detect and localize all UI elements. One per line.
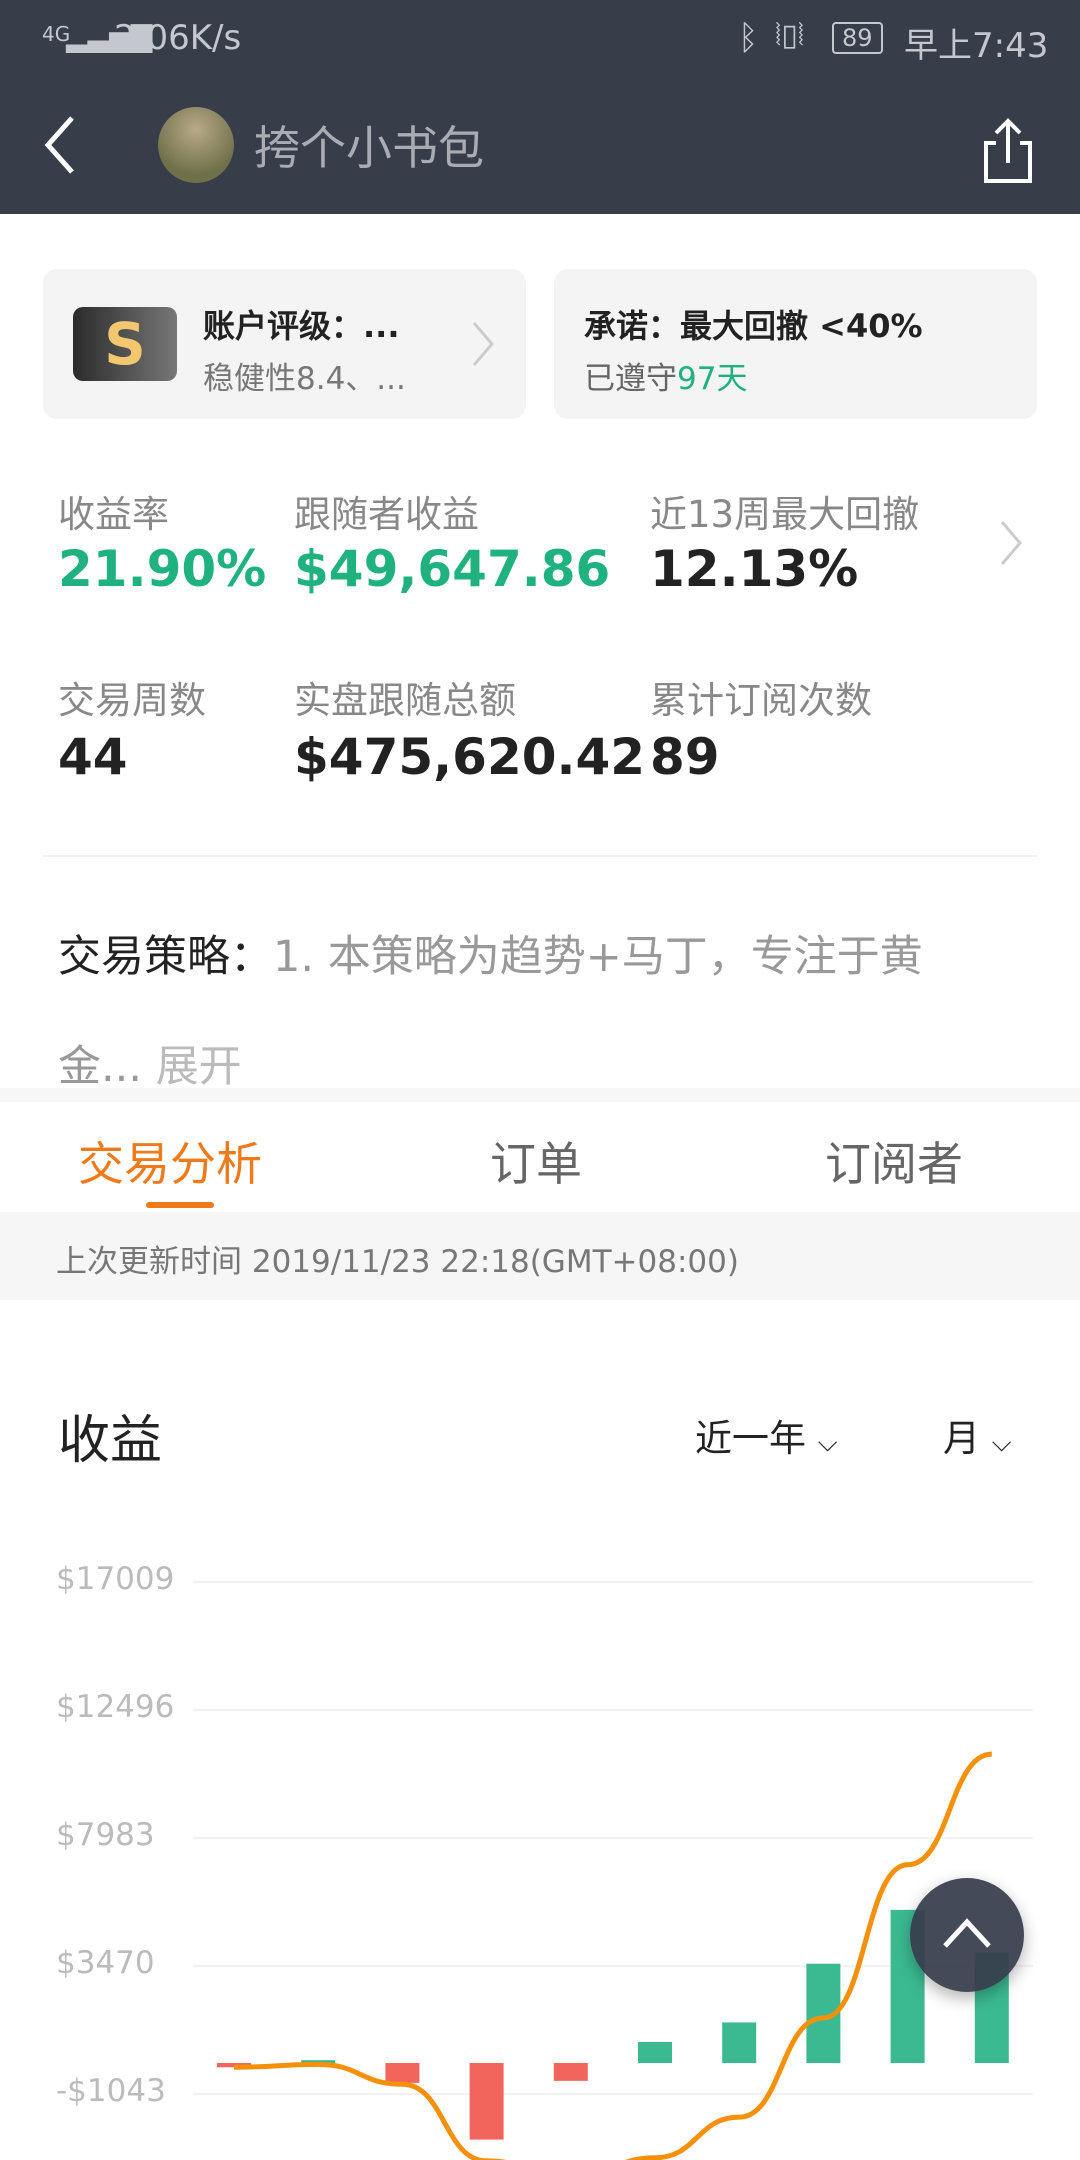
bar <box>638 2042 672 2063</box>
stat-label: 跟随者收益 <box>294 493 479 536</box>
strategy-text-cont: 金... <box>58 1042 143 1092</box>
kept-prefix: 已遵守 <box>584 361 677 397</box>
promise-kept: 已遵守97天 <box>584 353 747 398</box>
network-speed: 2.06K/s <box>114 18 242 58</box>
stat-value: $475,620.42 <box>294 728 646 786</box>
stat-value: 12.13% <box>650 540 859 598</box>
period-value: 近一年 <box>695 1417 806 1460</box>
chevron-right-icon <box>472 322 494 366</box>
promise-title: 承诺：最大回撤 <40% <box>584 307 923 345</box>
share-icon <box>984 118 1032 183</box>
avatar[interactable] <box>158 107 234 183</box>
granularity-value: 月 <box>943 1417 980 1460</box>
page-title: 挎个小书包 <box>254 121 484 175</box>
strategy-label: 交易策略： <box>58 932 273 982</box>
tab-analysis[interactable]: 交易分析 <box>78 1128 262 1194</box>
stat-value: $49,647.86 <box>294 540 611 598</box>
stat-value: 44 <box>58 728 128 786</box>
rating-title: 账户评级：... <box>203 307 400 345</box>
chevron-up-icon <box>943 1918 991 1948</box>
bar <box>553 2063 588 2081</box>
granularity-dropdown[interactable]: 月 ⌵ <box>943 1408 1011 1462</box>
stat-label: 实盘跟随总额 <box>294 679 516 722</box>
period-dropdown[interactable]: 近一年 ⌵ <box>695 1408 837 1462</box>
cumulative-line <box>233 1751 993 2160</box>
tab-indicator <box>146 1202 214 1208</box>
back-icon <box>44 116 74 174</box>
rating-subtitle: 稳健性8.4、... <box>203 361 406 397</box>
account-rating-card[interactable]: S 账户评级：... 稳健性8.4、... <box>43 269 526 419</box>
clock: 早上7:43 <box>904 26 1049 66</box>
drawdown-chevron-icon[interactable] <box>996 518 1026 568</box>
bar <box>469 2063 504 2140</box>
bluetooth-icon: ᛒ <box>738 18 759 58</box>
update-time: 上次更新时间 2019/11/23 22:18(GMT+08:00) <box>56 1244 739 1280</box>
vibrate-icon: ⦚▯⦚ <box>775 18 805 53</box>
stat-value: 89 <box>650 728 720 786</box>
scroll-top-button[interactable] <box>910 1878 1024 1992</box>
share-button[interactable] <box>980 115 1036 185</box>
chevron-down-icon: ⌵ <box>991 1428 1012 1458</box>
chart-title: 收益 <box>58 1411 163 1471</box>
section-separator <box>0 1088 1080 1102</box>
tab-orders[interactable]: 订单 <box>490 1128 582 1194</box>
chevron-down-icon: ⌵ <box>817 1428 838 1458</box>
strategy-text: 1. 本策略为趋势+马丁，专注于黄 <box>273 932 923 982</box>
update-bar: 上次更新时间 2019/11/23 22:18(GMT+08:00) <box>0 1212 1080 1300</box>
stat-label: 收益率 <box>58 493 169 536</box>
divider <box>43 855 1037 857</box>
promise-card: 承诺：最大回撤 <40% 已遵守97天 <box>554 269 1037 419</box>
expand-link[interactable]: 展开 <box>156 1042 242 1092</box>
rating-badge: S <box>73 307 177 381</box>
stat-label: 累计订阅次数 <box>650 679 872 722</box>
profit-chart: $17009 $12496 $7983 $3470 -$1043 <box>0 1500 1080 2160</box>
stat-label: 近13周最大回撤 <box>650 493 920 536</box>
tab-subscribers[interactable]: 订阅者 <box>825 1128 963 1194</box>
stat-value: 21.90% <box>58 540 267 598</box>
battery-icon: 89 <box>832 22 883 54</box>
bar <box>385 2063 420 2083</box>
kept-days: 97天 <box>677 361 748 397</box>
bar <box>722 2022 757 2063</box>
stat-label: 交易周数 <box>58 679 206 722</box>
back-button[interactable] <box>40 110 80 180</box>
